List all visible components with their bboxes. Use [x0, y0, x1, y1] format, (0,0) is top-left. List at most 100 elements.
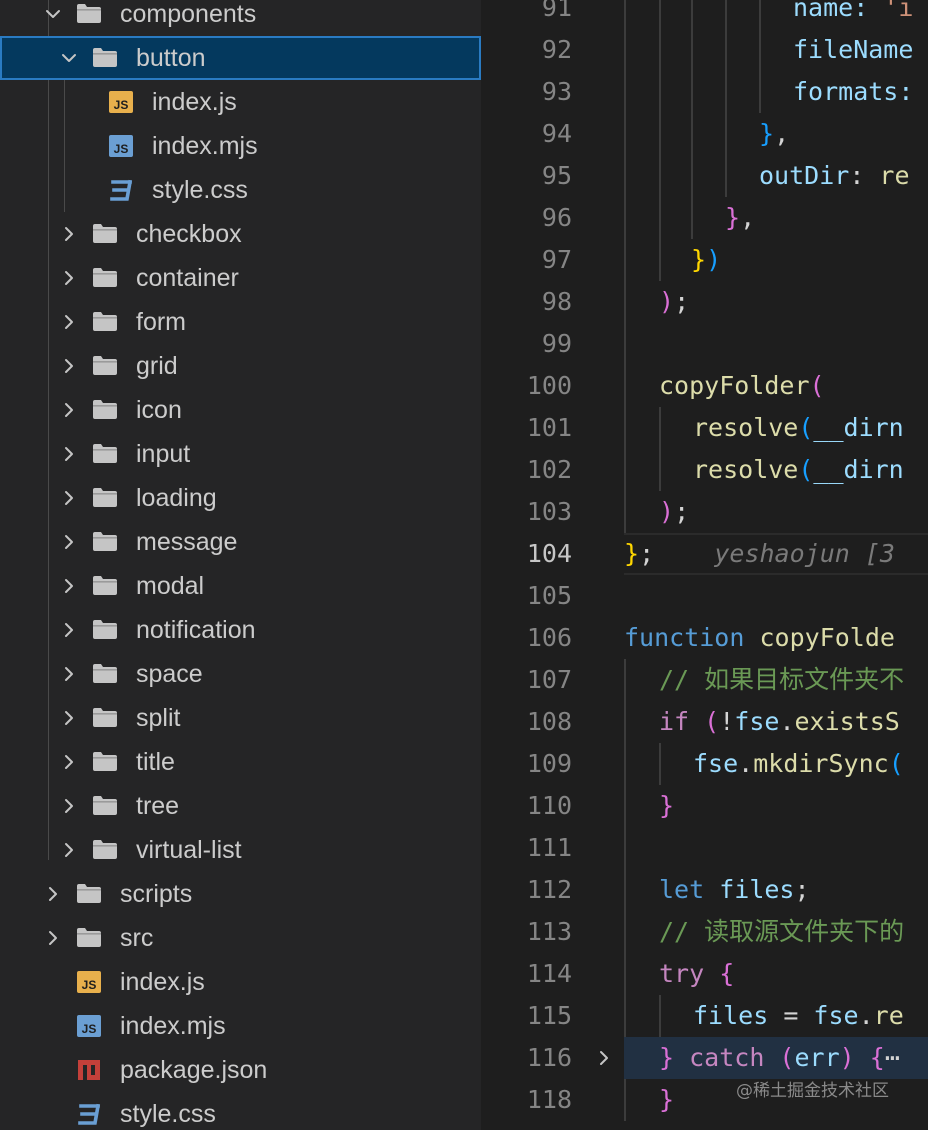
code-line[interactable]: resolve(__dirn — [481, 449, 928, 491]
chevron-right-icon[interactable] — [58, 443, 80, 465]
code-token: , — [740, 203, 756, 232]
code-token: files — [719, 875, 795, 904]
code-line[interactable]: let files; — [481, 869, 928, 911]
code-text: }, — [725, 197, 755, 239]
chevron-right-icon[interactable] — [58, 795, 80, 817]
code-token: err — [794, 1043, 840, 1072]
chevron-right-icon[interactable] — [42, 883, 64, 905]
tree-folder-src[interactable]: src — [0, 916, 481, 960]
code-text: fileName — [793, 29, 913, 71]
tree-folder-message[interactable]: message — [0, 520, 481, 564]
code-token: function — [624, 623, 760, 652]
code-line[interactable]: }) — [481, 239, 928, 281]
tree-folder-button[interactable]: button — [0, 36, 481, 80]
chevron-right-icon[interactable] — [58, 223, 80, 245]
tree-folder-loading[interactable]: loading — [0, 476, 481, 520]
chevron-right-icon[interactable] — [58, 839, 80, 861]
tree-file[interactable]: package.json — [0, 1048, 481, 1092]
chevron-right-icon[interactable] — [58, 663, 80, 685]
tree-item-label: loading — [136, 484, 217, 512]
tree-item-label: index.mjs — [152, 132, 258, 160]
code-line[interactable]: name: 'i — [481, 0, 928, 29]
code-text: try { — [659, 953, 734, 995]
code-line[interactable]: outDir: re — [481, 155, 928, 197]
chevron-right-icon[interactable] — [58, 751, 80, 773]
code-line[interactable]: ); — [481, 491, 928, 533]
folder-icon — [92, 222, 118, 244]
code-line[interactable] — [481, 575, 928, 617]
code-token: catch — [689, 1043, 780, 1072]
chevron-down-icon[interactable] — [58, 47, 80, 69]
code-line[interactable]: resolve(__dirn — [481, 407, 928, 449]
code-line[interactable]: }, — [481, 197, 928, 239]
code-line[interactable]: }; yeshaojun [3 — [481, 533, 928, 575]
tree-folder-checkbox[interactable]: checkbox — [0, 212, 481, 256]
tree-folder-grid[interactable]: grid — [0, 344, 481, 388]
chevron-right-icon[interactable] — [58, 531, 80, 553]
tree-folder-title[interactable]: title — [0, 740, 481, 784]
code-line[interactable]: } — [481, 785, 928, 827]
tree-folder-notification[interactable]: notification — [0, 608, 481, 652]
code-line[interactable]: if (!fse.existsS — [481, 701, 928, 743]
code-line[interactable] — [481, 323, 928, 365]
code-line[interactable]: fse.mkdirSync( — [481, 743, 928, 785]
tree-file[interactable]: style.css — [0, 1092, 481, 1130]
tree-file[interactable]: JS index.mjs — [0, 1004, 481, 1048]
tree-folder-scripts[interactable]: scripts — [0, 872, 481, 916]
code-token: ( — [704, 707, 720, 736]
code-line[interactable]: ); — [481, 281, 928, 323]
chevron-right-icon[interactable] — [58, 575, 80, 597]
code-line[interactable]: function copyFolde — [481, 617, 928, 659]
tree-item-label: grid — [136, 352, 178, 380]
code-editor[interactable]: 91 name: 'i 92 fileName 93 formats: 94}, 95 outD… — [481, 0, 928, 1130]
chevron-right-icon[interactable] — [42, 927, 64, 949]
code-line[interactable]: }, — [481, 113, 928, 155]
code-token: copyFolde — [759, 623, 895, 652]
code-token: } — [691, 245, 707, 274]
tree-file[interactable]: JS index.js — [0, 960, 481, 1004]
code-text: }) — [691, 239, 721, 281]
chevron-right-icon[interactable] — [58, 707, 80, 729]
code-line[interactable]: } catch (err) {⋯ — [481, 1037, 928, 1079]
svg-text:JS: JS — [114, 142, 129, 156]
tree-folder-components[interactable]: components — [0, 0, 481, 36]
chevron-right-icon[interactable] — [58, 487, 80, 509]
code-line[interactable] — [481, 827, 928, 869]
chevron-down-icon[interactable] — [42, 3, 64, 25]
tree-item-label: components — [120, 0, 257, 28]
tree-file[interactable]: style.css — [0, 168, 481, 212]
tree-folder-virtual-list[interactable]: virtual-list — [0, 828, 481, 872]
chevron-right-icon[interactable] — [58, 311, 80, 333]
tree-folder-modal[interactable]: modal — [0, 564, 481, 608]
code-token: try — [659, 959, 720, 988]
tree-file[interactable]: JS index.js — [0, 80, 481, 124]
chevron-right-icon[interactable] — [58, 399, 80, 421]
chevron-right-icon[interactable] — [58, 619, 80, 641]
code-line[interactable]: files = fse.re — [481, 995, 928, 1037]
chevron-right-icon[interactable] — [58, 355, 80, 377]
tree-folder-space[interactable]: space — [0, 652, 481, 696]
code-text: // 读取源文件夹下的 — [659, 911, 904, 953]
code-line[interactable]: formats: — [481, 71, 928, 113]
svg-text:JS: JS — [82, 1022, 97, 1036]
watermark: @稀土掘金技术社区 — [736, 1081, 889, 1101]
tree-folder-container[interactable]: container — [0, 256, 481, 300]
code-line[interactable]: // 如果目标文件夹不 — [481, 659, 928, 701]
svg-text:JS: JS — [114, 98, 129, 112]
code-line[interactable]: try { — [481, 953, 928, 995]
chevron-right-icon[interactable] — [58, 267, 80, 289]
tree-folder-input[interactable]: input — [0, 432, 481, 476]
code-token: 'i — [883, 0, 914, 22]
tree-file[interactable]: JS index.mjs — [0, 124, 481, 168]
tree-item-label: virtual-list — [136, 836, 242, 864]
tree-item-label: index.mjs — [120, 1012, 226, 1040]
code-line[interactable]: copyFolder( — [481, 365, 928, 407]
code-token: { — [719, 959, 735, 988]
code-line[interactable]: fileName — [481, 29, 928, 71]
tree-folder-split[interactable]: split — [0, 696, 481, 740]
code-line[interactable]: // 读取源文件夹下的 — [481, 911, 928, 953]
tree-item-label: input — [136, 440, 191, 468]
tree-folder-icon[interactable]: icon — [0, 388, 481, 432]
tree-folder-form[interactable]: form — [0, 300, 481, 344]
tree-folder-tree[interactable]: tree — [0, 784, 481, 828]
